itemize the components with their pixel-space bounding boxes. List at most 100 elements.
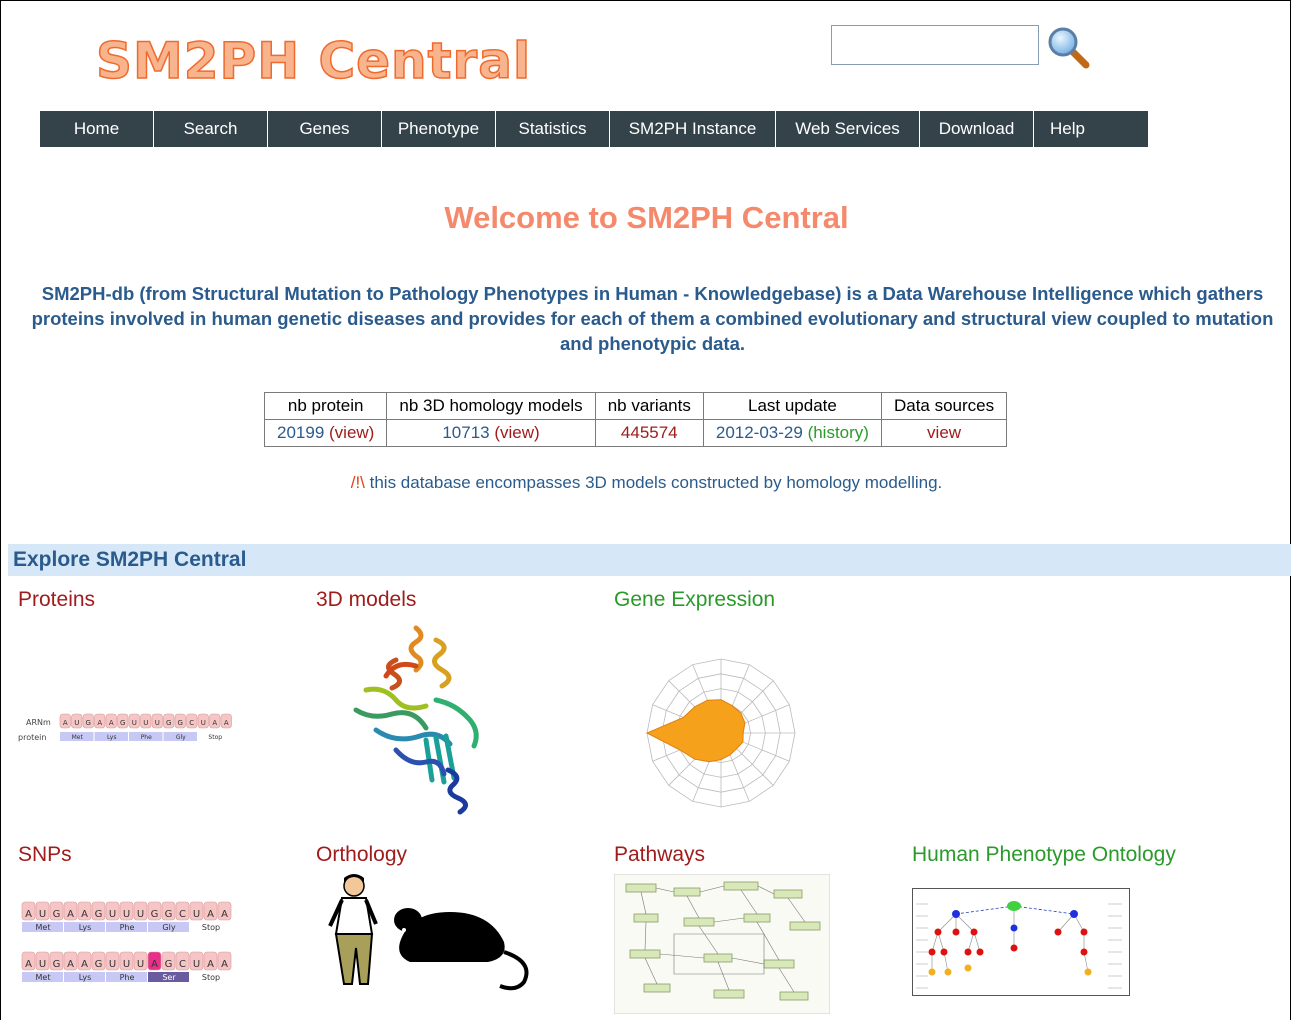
warning-note: /!\ this database encompasses 3D models … <box>0 473 1293 493</box>
page-title: Welcome to SM2PH Central <box>444 200 849 235</box>
amino-acid-label: Met <box>72 734 84 741</box>
base-letter: U <box>74 719 79 727</box>
base-letter: A <box>207 909 214 920</box>
base-letter: U <box>201 719 206 727</box>
base-letter: A <box>81 909 88 920</box>
base-letter: C <box>189 719 194 727</box>
stats-header-row: nb protein nb 3D homology models nb vari… <box>263 392 1008 420</box>
amino-acid-label: Ser <box>162 973 176 982</box>
amino-acid-label: Stop <box>202 973 220 982</box>
3d-models-image[interactable] <box>336 620 496 825</box>
nav-download[interactable]: Download <box>920 111 1034 147</box>
tile-gene-expression-title[interactable]: Gene Expression <box>614 588 775 612</box>
base-letter: A <box>221 959 228 970</box>
stats-header: nb variants <box>594 392 704 420</box>
protein-structure-icon <box>353 625 479 815</box>
base-letter: G <box>86 719 91 727</box>
base-letter: G <box>166 719 171 727</box>
amino-acid-label: Met <box>36 923 51 932</box>
gene-expression-image[interactable] <box>614 616 828 831</box>
base-letter: A <box>67 909 74 920</box>
history-link[interactable]: (history) <box>808 423 869 442</box>
pathways-image[interactable] <box>613 873 831 1019</box>
page-frame <box>0 0 1291 1020</box>
nav-help[interactable]: Help <box>1034 111 1148 147</box>
base-letter: G <box>165 959 173 970</box>
amino-acid-label: Stop <box>202 923 220 932</box>
base-letter: A <box>221 909 228 920</box>
base-letter: G <box>120 719 125 727</box>
amino-acid-label: Lys <box>79 973 92 982</box>
stats-header: Data sources <box>880 392 1008 420</box>
base-letter: G <box>178 719 183 727</box>
stats-header: nb 3D homology models <box>386 392 596 420</box>
site-logo[interactable]: SM2PH Central <box>95 31 531 91</box>
tile-orthology-title[interactable]: Orthology <box>316 843 407 867</box>
tile-hpo-title[interactable]: Human Phenotype Ontology <box>912 843 1176 867</box>
amino-acid-label: Stop <box>208 734 222 741</box>
amino-acid-label: Phe <box>120 923 135 932</box>
hpo-image[interactable] <box>912 888 1130 1001</box>
nav-search[interactable]: Search <box>154 111 268 147</box>
tile-proteins-title[interactable]: Proteins <box>18 588 95 612</box>
protein-view-link[interactable]: (view) <box>329 423 374 442</box>
stats-cell-protein: 20199 (view) <box>263 419 388 447</box>
snps-image[interactable]: A U G A A G U U U G G C U A A Met Lys Phe Gly Stop AUGAAGUU… <box>18 896 234 997</box>
base-letter: G <box>95 909 103 920</box>
proteins-image[interactable]: ARNm protein AUGAAGUUUGGCUAA Met Lys Phe Gl… <box>18 710 238 751</box>
amino-acid-label: Phe <box>120 973 135 982</box>
magnifier-icon <box>1048 27 1090 69</box>
amino-acid-label: Lys <box>107 734 116 741</box>
stats-header: Last update <box>702 392 882 420</box>
nav-genes[interactable]: Genes <box>268 111 382 147</box>
orthology-image[interactable] <box>320 872 530 997</box>
warning-text: this database encompasses 3D models cons… <box>364 473 943 492</box>
nav-statistics[interactable]: Statistics <box>496 111 610 147</box>
base-letter: U <box>137 909 144 920</box>
base-letter: C <box>179 959 186 970</box>
intro-text: SM2PH-db (from Structural Mutation to Pa… <box>31 283 1274 354</box>
base-letter: A <box>97 719 102 727</box>
tile-snps-title[interactable]: SNPs <box>18 843 72 867</box>
amino-acid-label: Met <box>36 973 51 982</box>
search-input[interactable] <box>831 25 1039 65</box>
base-letter: U <box>39 959 46 970</box>
base-letter: A <box>207 959 214 970</box>
nav-phenotype[interactable]: Phenotype <box>382 111 496 147</box>
base-letter: U <box>193 959 200 970</box>
nav-sm2ph-instance[interactable]: SM2PH Instance <box>610 111 776 147</box>
stats-table: nb protein nb 3D homology models nb vari… <box>263 392 1008 447</box>
base-letter: A <box>81 959 88 970</box>
last-update-date: 2012-03-29 <box>715 423 803 442</box>
nav-home[interactable]: Home <box>40 111 154 147</box>
mrna-label: ARNm <box>26 718 51 727</box>
base-letter: U <box>193 909 200 920</box>
base-letter: U <box>109 909 116 920</box>
base-letter: U <box>155 719 160 727</box>
data-sources-link[interactable]: view <box>927 423 961 442</box>
base-letter: G <box>151 909 159 920</box>
base-letter: U <box>109 959 116 970</box>
base-letter: A <box>109 719 114 727</box>
tile-3d-models-title[interactable]: 3D models <box>316 588 416 612</box>
base-letter: U <box>123 959 130 970</box>
base-letter: A <box>25 909 32 920</box>
base-letter: A <box>212 719 217 727</box>
models-count: 10713 <box>442 423 490 442</box>
base-letter: U <box>123 909 130 920</box>
base-letter: G <box>165 909 173 920</box>
base-letter: U <box>143 719 148 727</box>
models-view-link[interactable]: (view) <box>494 423 539 442</box>
variants-count: 445574 <box>620 423 678 442</box>
tile-pathways-title[interactable]: Pathways <box>614 843 705 867</box>
protein-label: protein <box>18 733 46 742</box>
base-letter: U <box>137 959 144 970</box>
ontology-tree-icon <box>912 888 1130 996</box>
stats-cell-models: 10713 (view) <box>386 419 596 447</box>
stats-cell-variants: 445574 <box>594 419 704 447</box>
base-letter: G <box>53 909 61 920</box>
search-button[interactable] <box>1046 25 1092 69</box>
nav-web-services[interactable]: Web Services <box>776 111 920 147</box>
protein-count: 20199 <box>277 423 325 442</box>
amino-acid-label: Lys <box>79 923 92 932</box>
